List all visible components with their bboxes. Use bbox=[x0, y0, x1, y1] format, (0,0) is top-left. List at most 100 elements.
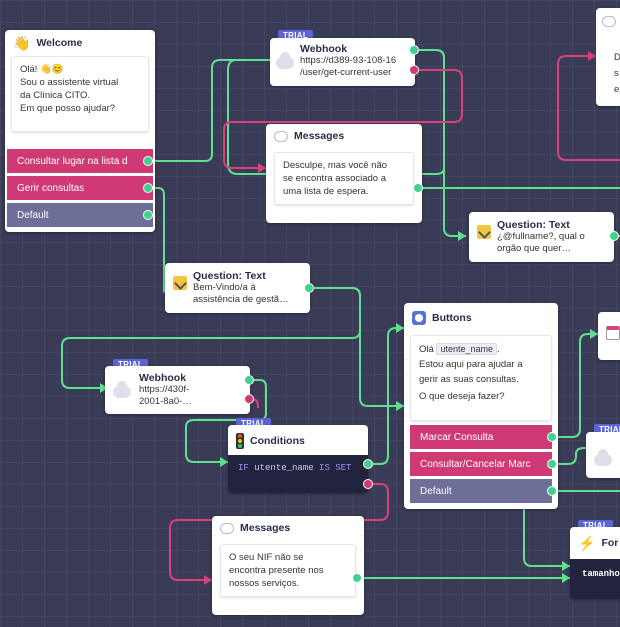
message-line: nossos serviços. bbox=[229, 578, 300, 589]
cloud-icon bbox=[113, 381, 131, 398]
question-line: Bem-Vindo/a à bbox=[193, 282, 256, 293]
button-consultar-cancelar[interactable]: Consultar/Cancelar Marc bbox=[410, 452, 552, 476]
webhook-success-handle[interactable] bbox=[409, 45, 419, 55]
webhook-success-handle[interactable] bbox=[244, 375, 254, 385]
button-default[interactable]: Default bbox=[7, 203, 153, 227]
edge-buttons-to-formula bbox=[523, 508, 570, 567]
messages-out-handle[interactable] bbox=[413, 183, 423, 193]
question-title: Question: Text bbox=[497, 219, 570, 231]
webhook-error-handle[interactable] bbox=[409, 65, 419, 75]
message-line: encontra presente nos bbox=[229, 565, 324, 576]
calendar-icon bbox=[606, 326, 620, 340]
webhook-title: Webhook bbox=[139, 372, 187, 384]
question-title: Question: Text bbox=[193, 270, 266, 282]
edge-consultar-to-webhook bbox=[148, 59, 270, 162]
button-default[interactable]: Default bbox=[410, 479, 552, 503]
buttons-message: Olá utente_name. Estou aqui para ajudar … bbox=[410, 335, 552, 421]
message-line: Desculpe, mas você não bbox=[283, 160, 388, 171]
welcome-gerir-handle[interactable] bbox=[143, 183, 153, 193]
messages-text: Desculpe, mas você não se encontra assoc… bbox=[274, 152, 414, 205]
messages-out-handle[interactable] bbox=[352, 573, 362, 583]
question-out-handle[interactable] bbox=[609, 231, 619, 241]
welcome-message-line: Sou o assistente virtual bbox=[20, 77, 119, 88]
button-gerir-consultas[interactable]: Gerir consultas bbox=[7, 176, 153, 200]
partial-formula-node[interactable]: ⚡ For tamanho bbox=[570, 527, 620, 599]
messages-node-header: Messages bbox=[212, 516, 364, 538]
condition-row: IF utente_name IS SET bbox=[228, 455, 368, 493]
buttons-node-header: Buttons bbox=[404, 303, 558, 329]
webhook-url-line: https://430f- bbox=[139, 384, 190, 395]
partial-message-line: D bbox=[614, 52, 620, 63]
buttons-node[interactable]: Buttons Olá utente_name. Estou aqui para… bbox=[404, 303, 558, 509]
conditions-node-header: Conditions bbox=[228, 425, 368, 453]
conditions-true-handle[interactable] bbox=[363, 459, 373, 469]
welcome-node-header: 👋 Welcome bbox=[5, 30, 155, 54]
message-line: Estou aqui para ajudar a bbox=[419, 359, 523, 370]
chat-bubble-icon bbox=[220, 522, 234, 534]
button-block-icon bbox=[412, 311, 426, 325]
messages-node-title: Messages bbox=[240, 522, 291, 534]
webhook-title: Webhook bbox=[300, 43, 348, 55]
partial-message-line: e bbox=[614, 84, 620, 95]
conditions-node-title: Conditions bbox=[250, 435, 305, 447]
chat-bubble-icon bbox=[274, 130, 288, 142]
buttons-consultar-handle[interactable] bbox=[547, 459, 557, 469]
welcome-message-line: Olá! 👋😊 bbox=[20, 64, 64, 75]
condition-keyword: IF bbox=[238, 463, 249, 473]
lightning-icon: ⚡ bbox=[578, 535, 596, 551]
partial-message-node[interactable]: D s e bbox=[596, 8, 620, 106]
welcome-message-line: Em que posso ajudar? bbox=[20, 103, 116, 114]
welcome-message-line: da Clínica CITO. bbox=[20, 90, 91, 101]
formula-code-row: tamanho bbox=[570, 559, 620, 599]
message-punctuation: . bbox=[496, 344, 500, 355]
message-line: se encontra associado a bbox=[283, 173, 386, 184]
cloud-icon bbox=[594, 449, 612, 466]
message-line: uma lista de espera. bbox=[283, 186, 369, 197]
condition-operator: IS SET bbox=[319, 463, 352, 473]
button-marcar-consulta[interactable]: Marcar Consulta bbox=[410, 425, 552, 449]
edge-marcar-to-right bbox=[552, 333, 598, 438]
question-text-node[interactable]: Question: Text ¿@fullname?, qual o orgão… bbox=[469, 212, 614, 262]
welcome-default-handle[interactable] bbox=[143, 210, 153, 220]
question-line: ¿@fullname?, qual o bbox=[497, 231, 585, 242]
question-text-node[interactable]: Question: Text Bem-Vindo/a à assistência… bbox=[165, 263, 310, 313]
messages-node[interactable]: Messages O seu NIF não se encontra prese… bbox=[212, 516, 364, 615]
messages-node-header: Messages bbox=[266, 124, 422, 146]
conditions-false-handle[interactable] bbox=[363, 479, 373, 489]
message-line: Olá utente_name. bbox=[419, 342, 543, 357]
message-line: gerir as suas consultas. bbox=[419, 374, 519, 385]
buttons-default-handle[interactable] bbox=[547, 486, 557, 496]
welcome-consultar-handle[interactable] bbox=[143, 156, 153, 166]
variable-tag: utente_name bbox=[436, 343, 497, 355]
message-line: O que deseja fazer? bbox=[419, 391, 505, 402]
webhook-url-line: /user/get-current-user bbox=[300, 67, 392, 78]
question-line: assistência de gestã… bbox=[193, 294, 289, 305]
question-out-handle[interactable] bbox=[304, 283, 314, 293]
conditions-node[interactable]: Conditions IF utente_name IS SET bbox=[228, 425, 368, 493]
condition-variable: utente_name bbox=[254, 463, 314, 473]
buttons-marcar-handle[interactable] bbox=[547, 432, 557, 442]
partial-webhook-node[interactable] bbox=[586, 432, 620, 478]
question-line: orgão que quer… bbox=[497, 243, 571, 254]
partial-calendar-node[interactable] bbox=[598, 312, 620, 360]
formula-node-header: ⚡ For bbox=[570, 527, 620, 554]
traffic-light-icon bbox=[236, 433, 244, 449]
webhook-error-handle[interactable] bbox=[244, 394, 254, 404]
messages-node[interactable]: Messages Desculpe, mas você não se encon… bbox=[266, 124, 422, 223]
welcome-node-title: Welcome bbox=[36, 37, 83, 49]
waving-hand-icon: 👋 bbox=[13, 35, 31, 51]
webhook-node[interactable]: Webhook https://d389-93-108-16 /user/get… bbox=[270, 38, 415, 86]
welcome-node[interactable]: 👋 Welcome Olá! 👋😊 Sou o assistente virtu… bbox=[5, 30, 155, 232]
formula-node-title: For bbox=[601, 537, 619, 549]
formula-code: tamanho bbox=[582, 569, 620, 579]
pencil-note-icon bbox=[173, 276, 187, 290]
edge-conditions-true-to-buttons bbox=[369, 327, 404, 465]
buttons-node-title: Buttons bbox=[432, 312, 472, 324]
webhook-url-line: 2001-8a0-… bbox=[139, 396, 192, 407]
chat-bubble-icon bbox=[602, 16, 616, 27]
welcome-message: Olá! 👋😊 Sou o assistente virtual da Clín… bbox=[11, 56, 149, 132]
button-consultar-lista[interactable]: Consultar lugar na lista d bbox=[7, 149, 153, 173]
pencil-note-icon bbox=[477, 225, 491, 239]
webhook-node[interactable]: Webhook https://430f- 2001-8a0-… bbox=[105, 366, 250, 414]
edge-question-mid-to-buttons-2 bbox=[309, 287, 404, 407]
